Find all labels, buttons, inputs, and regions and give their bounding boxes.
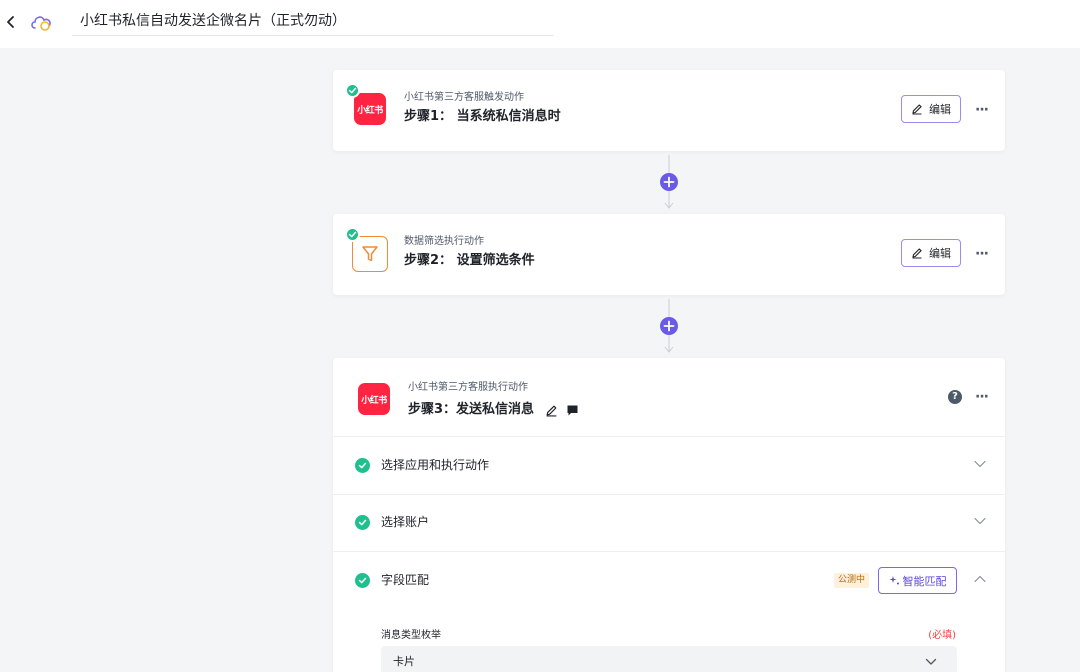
app-icon-text: 小红书	[357, 105, 383, 116]
field-label: 消息类型枚举	[381, 630, 441, 641]
more-menu-button[interactable]: ···	[975, 247, 989, 261]
chevron-down-icon[interactable]	[973, 516, 987, 526]
plus-icon	[663, 176, 675, 188]
smart-match-button[interactable]: 智能匹配	[878, 567, 957, 594]
beta-badge: 公测中	[833, 573, 869, 588]
smart-match-label: 智能匹配	[902, 574, 947, 588]
chevron-up-icon[interactable]	[973, 574, 987, 584]
step-title: 步骤1： 当系统私信消息时	[404, 109, 561, 124]
comment-icon[interactable]	[566, 404, 579, 417]
step-title: 步骤3：发送私信消息	[408, 402, 535, 417]
section-label: 字段匹配	[381, 573, 430, 587]
workflow-title: 小红书私信自动发送企微名片（正式勿动）	[80, 13, 346, 29]
check-icon	[345, 83, 360, 98]
question-circle-icon[interactable]: ?	[948, 390, 962, 404]
funnel-icon	[362, 246, 378, 262]
required-tag: (必填)	[928, 630, 956, 641]
chevron-down-icon[interactable]	[973, 459, 987, 469]
step-card-3: 小红书 小红书第三方客服执行动作 步骤3：发送私信消息 ? ··· 选择应用和执…	[333, 358, 1005, 672]
check-icon	[345, 227, 360, 242]
sparkle-icon	[889, 576, 899, 585]
step-subtitle: 小红书第三方客服触发动作	[404, 92, 524, 103]
pencil-icon[interactable]	[545, 404, 558, 417]
step-card-2[interactable]: 数据筛选执行动作 步骤2： 设置筛选条件 编辑 ···	[333, 214, 1005, 295]
chevron-left-icon[interactable]	[4, 12, 18, 32]
workflow-title-field[interactable]: 小红书私信自动发送企微名片（正式勿动）	[72, 10, 554, 36]
section-field-mapping[interactable]: 字段匹配 公测中 智能匹配	[333, 552, 1005, 609]
step-subtitle: 小红书第三方客服执行动作	[408, 382, 528, 393]
section-select-app[interactable]: 选择应用和执行动作	[333, 437, 1005, 494]
edit-button[interactable]: 编辑	[901, 95, 961, 123]
chevron-down-icon	[925, 658, 937, 665]
cloud-logo-icon	[31, 16, 51, 31]
add-step-button[interactable]	[660, 317, 678, 335]
filter-app-icon	[352, 236, 388, 272]
step-title: 步骤2： 设置筛选条件	[404, 253, 535, 268]
section-label: 选择应用和执行动作	[381, 458, 490, 472]
top-bar: 小红书私信自动发送企微名片（正式勿动）	[0, 0, 1080, 48]
message-type-select[interactable]: 卡片	[381, 646, 957, 672]
edit-button-label: 编辑	[929, 103, 951, 116]
add-step-button[interactable]	[660, 173, 678, 191]
edit-button[interactable]: 编辑	[901, 239, 961, 267]
pencil-icon	[912, 104, 922, 115]
plus-icon	[663, 320, 675, 332]
step-subtitle: 数据筛选执行动作	[404, 236, 484, 247]
check-icon	[355, 458, 370, 473]
check-icon	[355, 573, 370, 588]
app-icon-text: 小红书	[361, 395, 387, 406]
more-menu-button[interactable]: ···	[975, 103, 989, 117]
xiaohongshu-app-icon: 小红书	[354, 93, 386, 125]
select-value: 卡片	[393, 655, 415, 668]
edit-button-label: 编辑	[929, 247, 951, 260]
more-menu-button[interactable]: ···	[975, 390, 989, 404]
pencil-icon	[912, 248, 922, 259]
check-icon	[355, 515, 370, 530]
step-card-1[interactable]: 小红书 小红书第三方客服触发动作 步骤1： 当系统私信消息时 编辑 ···	[333, 70, 1005, 151]
section-select-account[interactable]: 选择账户	[333, 494, 1005, 551]
section-label: 选择账户	[381, 515, 430, 529]
xiaohongshu-app-icon: 小红书	[358, 383, 390, 415]
